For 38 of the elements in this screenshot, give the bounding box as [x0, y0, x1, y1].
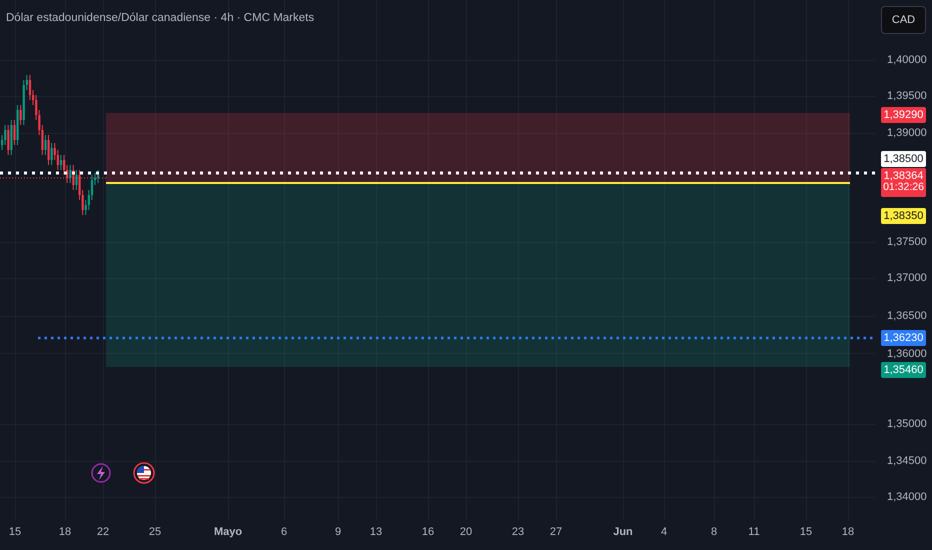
price-tag: 1,38500: [881, 151, 926, 167]
price-label: 1,36500: [887, 309, 927, 323]
month-label: Mayo: [214, 526, 242, 538]
date-label: 27: [550, 526, 562, 538]
date-label: 22: [96, 526, 110, 538]
date-label: 13: [370, 526, 382, 538]
date-label: 6: [280, 526, 288, 538]
price-label: 1,35000: [887, 417, 927, 431]
price-tag: 1,39290: [881, 107, 926, 123]
price-label: 1,39500: [887, 89, 927, 103]
date-label: 18: [58, 526, 72, 538]
date-label: 16: [422, 526, 434, 538]
price-label: 1,37000: [887, 271, 927, 285]
price-tag: 1,36230: [881, 330, 926, 346]
month-label: Jun: [613, 526, 633, 538]
price-tag: 1,38364 01:32:26: [881, 168, 926, 197]
price-label: 1,40000: [887, 53, 927, 67]
flag-icon[interactable]: [133, 462, 155, 484]
date-label: 15: [8, 526, 22, 538]
currency-button[interactable]: CAD: [881, 6, 926, 34]
price-tag: 1,38350: [881, 208, 926, 224]
date-label: 23: [512, 526, 524, 538]
price-label: 1,34500: [887, 454, 927, 468]
lightning-icon[interactable]: [91, 463, 111, 483]
date-label: 18: [842, 526, 854, 538]
price-label: 1,39000: [887, 126, 927, 140]
price-label: 1,36000: [887, 347, 927, 361]
date-label: 4: [660, 526, 668, 538]
date-label: 11: [748, 526, 760, 538]
price-label: 1,34000: [887, 490, 927, 504]
date-label: 8: [710, 526, 718, 538]
date-label: 25: [148, 526, 162, 538]
date-label: 15: [800, 526, 812, 538]
price-label: 1,37500: [887, 235, 927, 249]
date-label: 9: [334, 526, 342, 538]
chart-title: Dólar estadounidense/Dólar canadiense · 4h · CMC Markets: [6, 12, 314, 24]
date-label: 20: [460, 526, 472, 538]
price-tag: 1,35460: [881, 362, 926, 378]
